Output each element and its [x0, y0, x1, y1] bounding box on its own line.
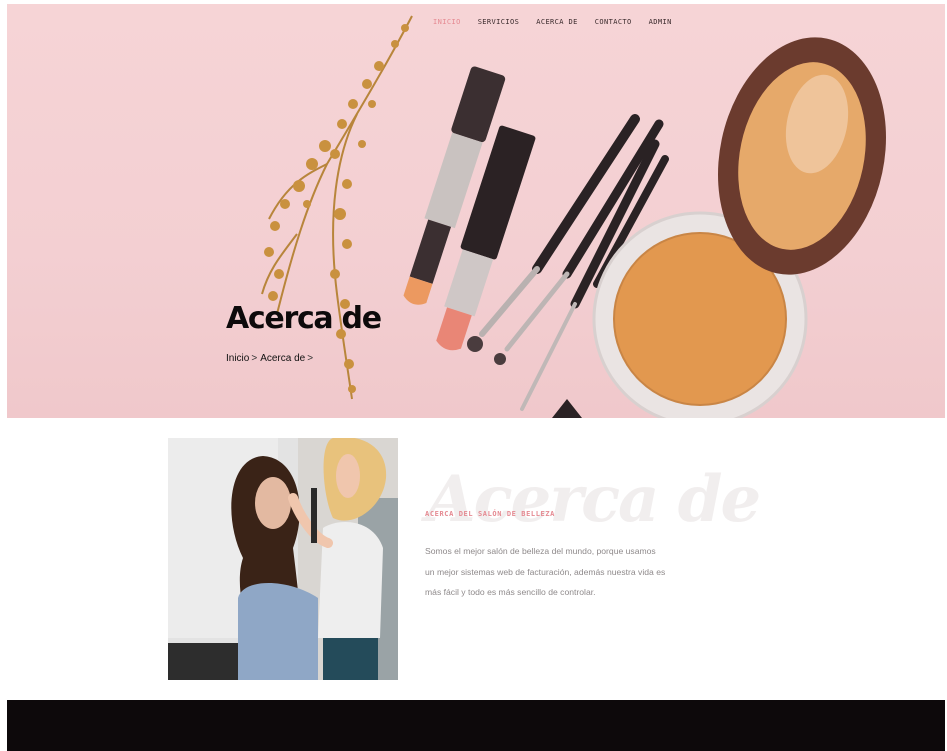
dried-flower-buds — [264, 24, 409, 393]
breadcrumb: Inicio > Acerca de > — [226, 353, 316, 364]
small-dark-object — [552, 399, 582, 418]
about-description: Somos el mejor salón de belleza del mund… — [425, 541, 666, 603]
nav-servicios[interactable]: SERVICIOS — [478, 18, 520, 26]
about-line: más fácil y todo es más sencillo de cont… — [425, 587, 596, 598]
breadcrumb-separator: > — [251, 353, 258, 364]
salon-photo — [168, 438, 398, 680]
nav-inicio[interactable]: INICIO — [433, 18, 461, 26]
hero-banner: INICIO SERVICIOS ACERCA DE CONTACTO ADMI… — [7, 4, 945, 418]
about-line: un mejor sistemas web de facturación, ad… — [425, 566, 666, 577]
about-line: Somos el mejor salón de belleza del mund… — [425, 546, 656, 556]
about-watermark: Acerca de — [426, 462, 761, 537]
breadcrumb-separator-trailing: > — [307, 353, 314, 364]
breadcrumb-current: Acerca de — [260, 353, 306, 364]
footer — [7, 700, 945, 751]
nav-contacto[interactable]: CONTACTO — [595, 18, 632, 26]
page-title: Acerca de — [226, 301, 382, 336]
breadcrumb-home-link[interactable]: Inicio — [226, 353, 249, 364]
compact-powder — [592, 37, 886, 418]
nav-admin[interactable]: ADMIN — [649, 18, 672, 26]
cosmetics-illustration — [261, 15, 886, 418]
nav-acerca-de[interactable]: ACERCA DE — [536, 18, 578, 26]
about-subtitle: ACERCA DEL SALÓN DE BELLEZA — [425, 510, 555, 518]
salon-photo-illustration — [168, 438, 398, 680]
main-nav: INICIO SERVICIOS ACERCA DE CONTACTO ADMI… — [433, 18, 689, 26]
